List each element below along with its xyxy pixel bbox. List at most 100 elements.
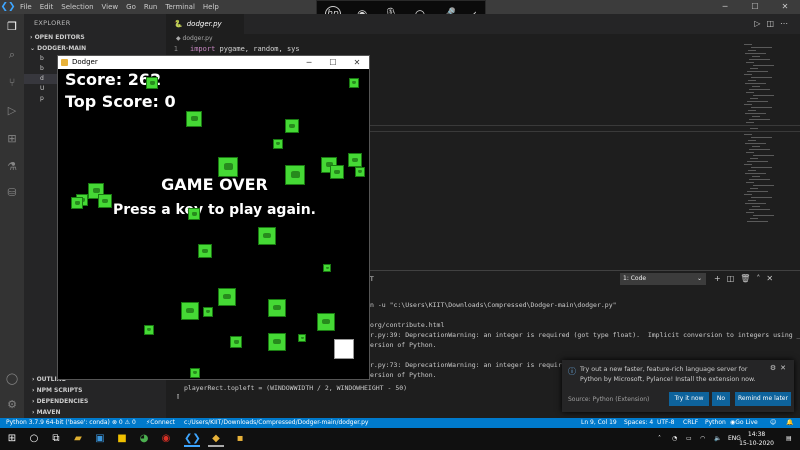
chevron-up-icon[interactable]: ˄ — [756, 274, 766, 283]
python-interpreter[interactable]: Python 3.7.9 64-bit ('base': conda) — [6, 418, 110, 428]
clock[interactable]: 14:38 15-10-2020 — [739, 430, 774, 448]
menu-help[interactable]: Help — [199, 0, 223, 14]
game-minimize-button[interactable]: ─ — [297, 56, 321, 69]
tab-terminal[interactable]: T — [370, 276, 374, 283]
close-panel-icon[interactable]: ✕ — [766, 274, 779, 283]
game-window-title: Dodger — [72, 58, 98, 66]
minimap-line — [749, 119, 770, 120]
baddie-sprite — [190, 368, 200, 378]
bell-icon[interactable]: 🔔 — [786, 418, 793, 428]
database-icon[interactable]: ⛁ — [5, 186, 19, 200]
split-editor-icon[interactable]: ◫ — [766, 19, 780, 28]
testing-flask-icon[interactable]: ⚗ — [5, 160, 19, 174]
try-it-now-button[interactable]: Try it now — [669, 392, 709, 406]
vscode-taskbar-icon[interactable]: ❮❯ — [184, 431, 201, 447]
baddie-sprite — [258, 227, 276, 245]
panel-actions: +◫🗑˄✕ — [714, 272, 779, 286]
wifi-icon[interactable]: ◠ — [700, 428, 705, 450]
tab-dodger-py[interactable]: 🐍 dodger.py — [166, 14, 244, 34]
minimap-line — [749, 89, 770, 90]
minimap-line — [751, 107, 772, 108]
tray-chevron-icon[interactable]: ˄ — [658, 428, 661, 450]
add-terminal-icon[interactable]: + — [714, 274, 727, 283]
windows-start-icon[interactable]: ⊞ — [4, 431, 20, 447]
breadcrumb[interactable]: ◆ dodger.py — [166, 34, 213, 44]
language-mode[interactable]: Python — [705, 418, 726, 428]
run-debug-icon[interactable]: ▷ — [5, 104, 19, 118]
close-window-button[interactable]: ✕ — [770, 0, 800, 14]
minimize-window-button[interactable]: ─ — [710, 0, 740, 14]
minimap-line — [751, 137, 772, 138]
dodger-main-section[interactable]: ⌄ DODGER-MAIN — [24, 43, 166, 54]
windows-taskbar: ⊞ ○ ⧉ ▰ ▣ ■ ◕ ◉ ❮❯ ◆ ▪ ˄ ◔ ▭ ◠ 🔈 ENG 14:… — [0, 428, 800, 450]
tray-network-icon[interactable]: ◔ — [672, 428, 677, 450]
editor-divider — [366, 125, 800, 126]
settings-gear-icon[interactable]: ⚙ — [770, 364, 780, 372]
explorer-icon[interactable]: ❐ — [5, 20, 19, 34]
menu-view[interactable]: View — [98, 0, 123, 14]
pygame-taskbar-icon[interactable]: ▪ — [232, 431, 248, 447]
notification-center-icon[interactable]: ▤ — [786, 428, 792, 450]
python-taskbar-icon[interactable]: ◆ — [208, 431, 224, 447]
open-editors-section[interactable]: › OPEN EDITORS — [24, 32, 166, 43]
app-red-icon[interactable]: ◉ — [158, 431, 174, 447]
go-live-button[interactable]: ◉ Go Live — [730, 418, 758, 428]
extensions-icon[interactable]: ⊞ — [5, 132, 19, 146]
terminal-cursor: ▯ — [176, 392, 181, 400]
game-close-button[interactable]: ✕ — [345, 56, 369, 69]
split-terminal-icon[interactable]: ◫ — [727, 274, 741, 283]
minimap-line — [753, 215, 774, 216]
terminal-select[interactable]: 1: Code ⌄ — [620, 273, 706, 285]
settings-gear-icon[interactable]: ⚙ — [5, 398, 19, 412]
search-icon[interactable]: ⌕ — [5, 48, 19, 62]
no-button[interactable]: No — [712, 392, 730, 406]
cursor-position[interactable]: Ln 9, Col 19 — [581, 418, 617, 428]
terminal-line: n -u "c:\Users\KIIT\Downloads\Compressed… — [370, 301, 617, 309]
feedback-icon[interactable]: ☺ — [770, 418, 776, 428]
code-line[interactable]: 1 import pygame, random, sys — [166, 44, 300, 54]
connect-indicator[interactable]: ⚡ Connect — [146, 418, 175, 428]
minimap[interactable] — [744, 44, 784, 244]
minimap-line — [749, 209, 770, 210]
account-icon[interactable]: ◯ — [5, 372, 19, 386]
baddie-sprite — [198, 244, 212, 258]
store-icon[interactable]: ▣ — [92, 431, 108, 447]
menu-edit[interactable]: Edit — [36, 0, 58, 14]
menu-go[interactable]: Go — [122, 0, 140, 14]
volume-icon[interactable]: 🔈 — [714, 428, 721, 450]
close-icon[interactable]: ✕ — [780, 364, 790, 372]
npm-scripts-section[interactable]: › NPM SCRIPTS — [24, 385, 166, 396]
file-explorer-icon[interactable]: ▰ — [70, 431, 86, 447]
maximize-window-button[interactable]: ☐ — [740, 0, 770, 14]
battery-icon[interactable]: ▭ — [686, 428, 692, 450]
status-bar: Python 3.7.9 64-bit ('base': conda) ⊗ 0 … — [0, 418, 800, 428]
run-file-icon[interactable]: ▷ — [754, 19, 766, 28]
encoding[interactable]: UTF-8 — [657, 418, 675, 428]
python-file-icon: 🐍 — [174, 20, 183, 28]
menu-terminal[interactable]: Terminal — [161, 0, 199, 14]
source-control-icon[interactable]: ⑂ — [5, 76, 19, 90]
trash-icon[interactable]: 🗑 — [740, 274, 756, 283]
search-icon[interactable]: ○ — [26, 431, 42, 447]
menu-run[interactable]: Run — [140, 0, 161, 14]
app-icon[interactable]: ■ — [114, 431, 130, 447]
game-maximize-button[interactable]: ☐ — [321, 56, 345, 69]
maven-section[interactable]: › MAVEN — [24, 407, 166, 418]
indentation[interactable]: Spaces: 4 — [624, 418, 653, 428]
menu-selection[interactable]: Selection — [57, 0, 97, 14]
chrome-icon[interactable]: ◕ — [136, 431, 152, 447]
baddie-sprite — [218, 288, 236, 306]
dodger-game-window[interactable]: Dodger ─ ☐ ✕ Score: 262 Top Score: 0 GAME … — [57, 55, 370, 380]
more-actions-icon[interactable]: ⋯ — [780, 19, 794, 28]
minimap-line — [744, 104, 752, 105]
eol[interactable]: CRLF — [683, 418, 698, 428]
problems-indicator[interactable]: ⊗ 0 ⚠ 0 — [112, 418, 136, 428]
task-view-icon[interactable]: ⧉ — [48, 431, 64, 447]
game-over-text: GAME OVER — [161, 175, 268, 194]
minimap-line — [751, 197, 772, 198]
remind-me-later-button[interactable]: Remind me later — [735, 392, 791, 406]
menu-file[interactable]: File — [16, 0, 36, 14]
minimap-line — [752, 116, 760, 117]
dependencies-section[interactable]: › DEPENDENCIES — [24, 396, 166, 407]
